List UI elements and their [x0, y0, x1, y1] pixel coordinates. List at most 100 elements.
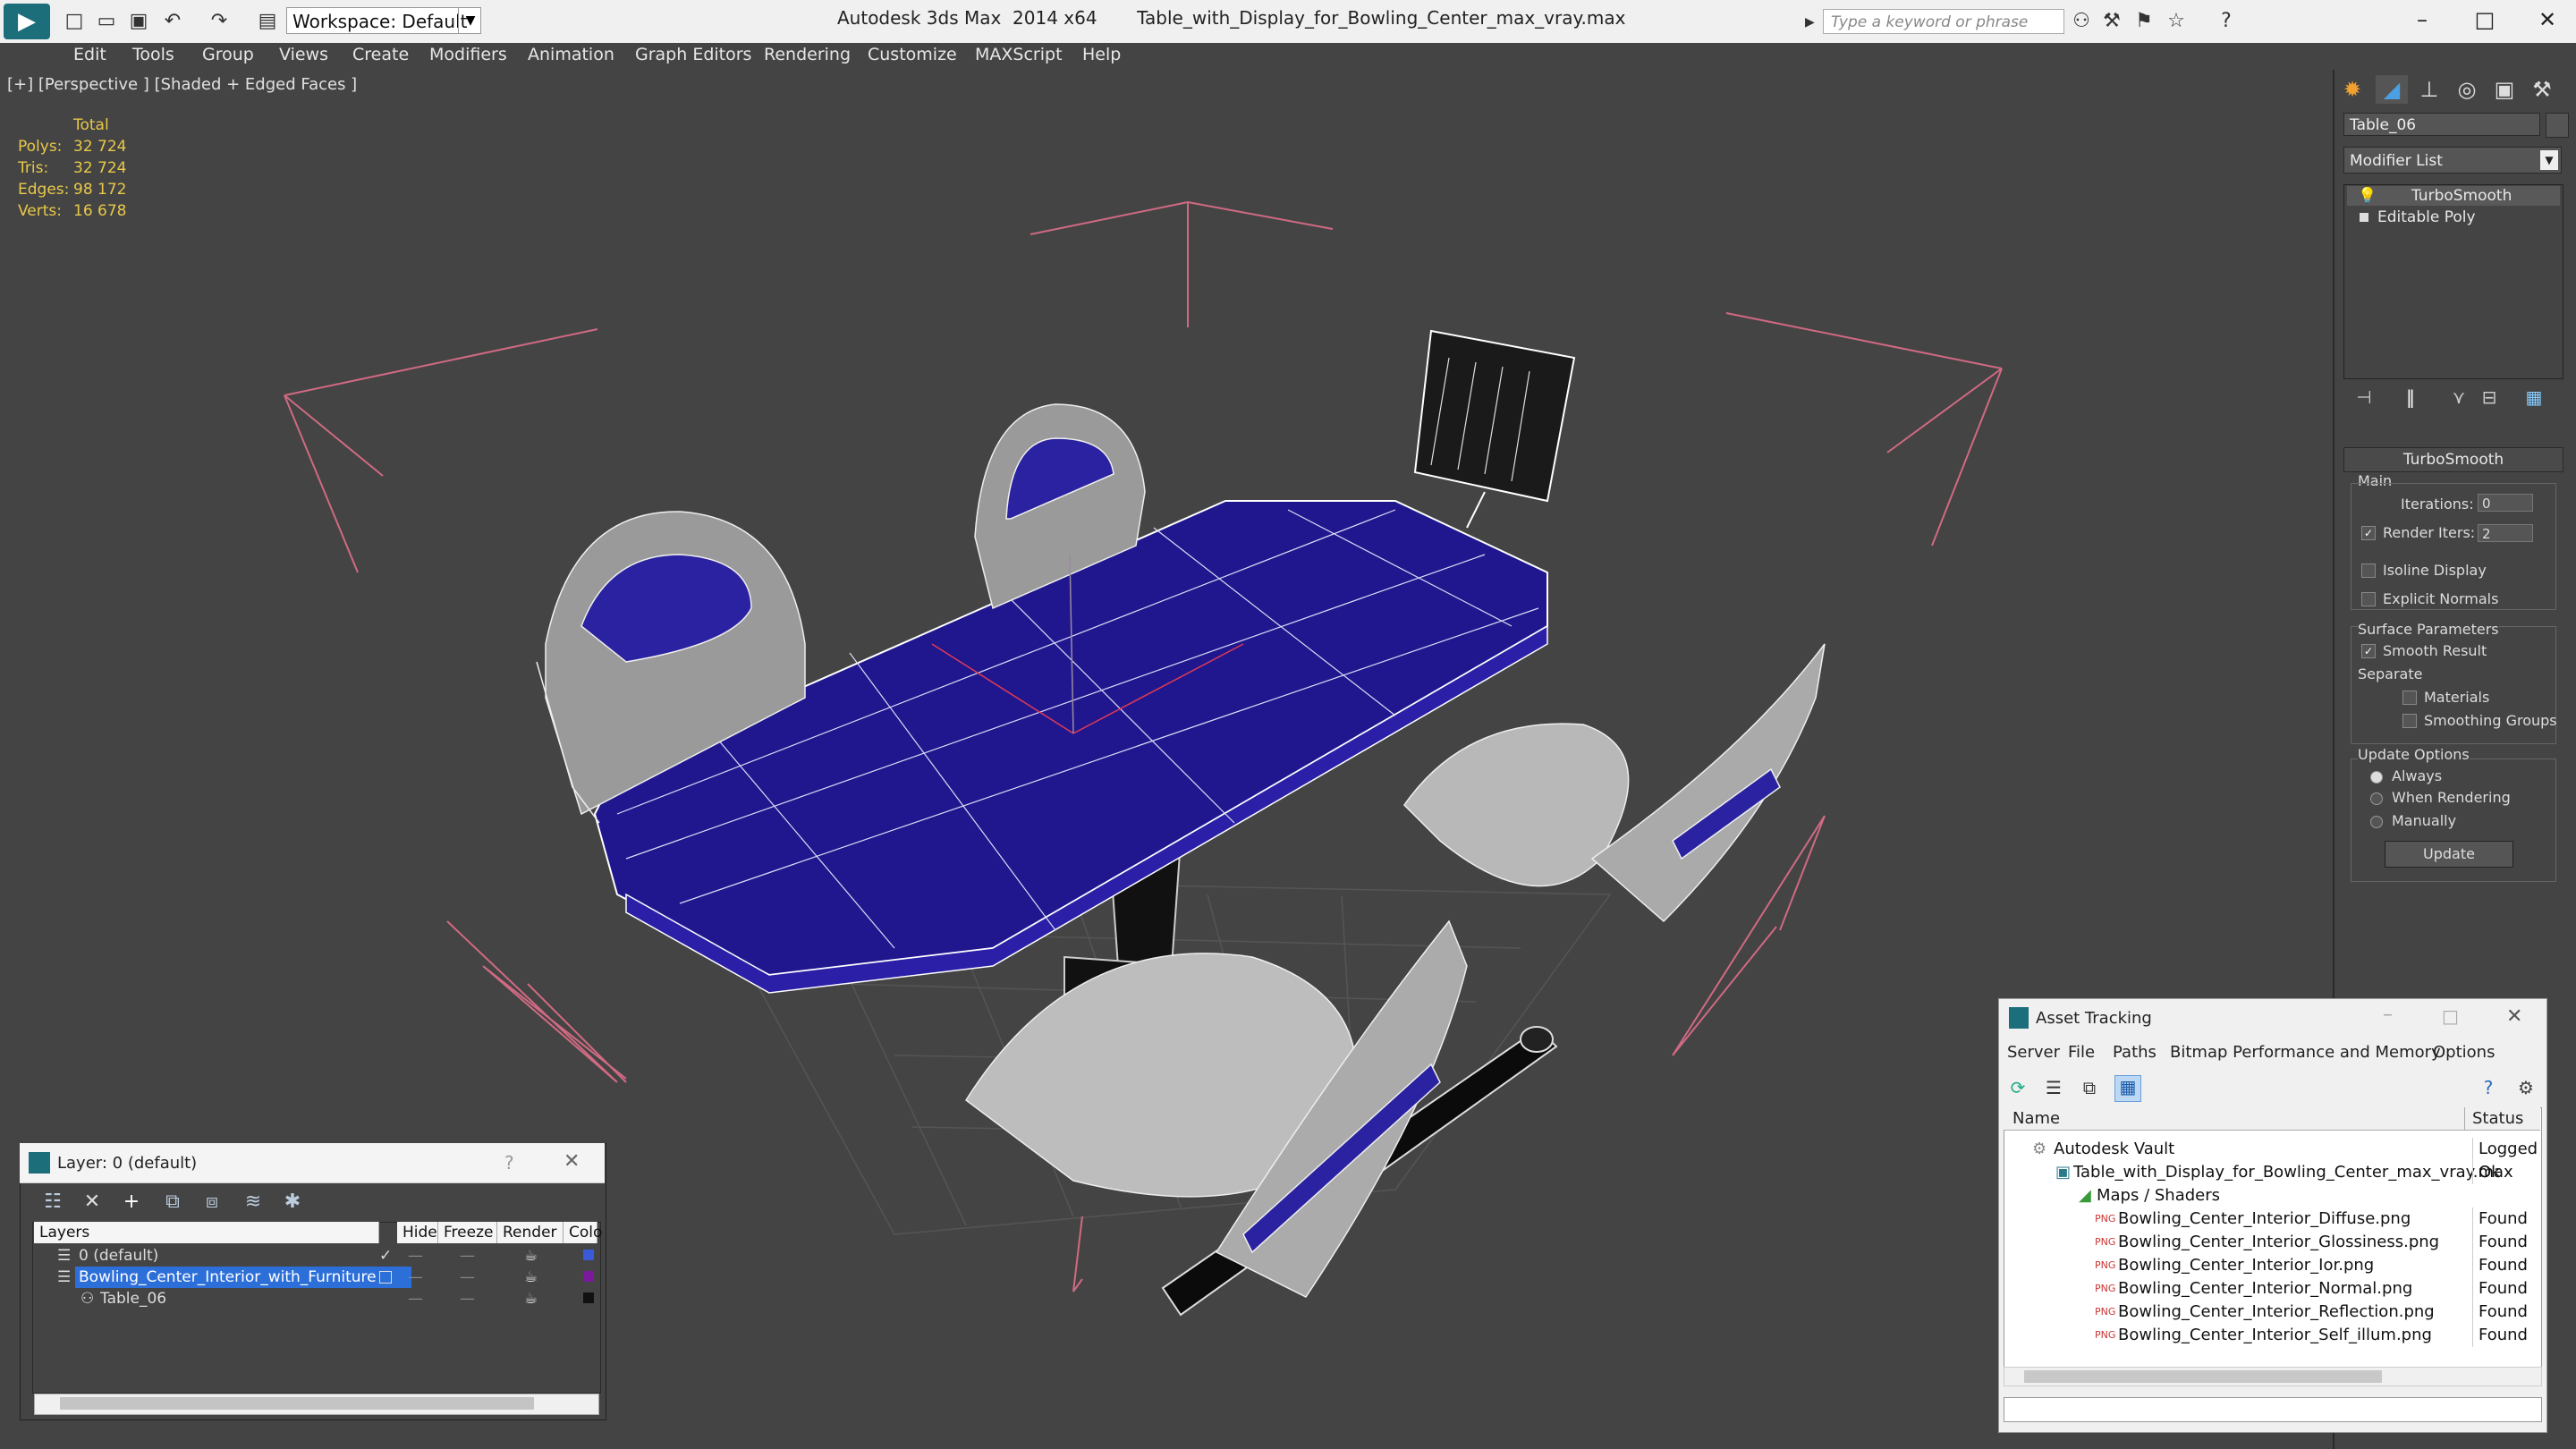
- layer-scrollbar[interactable]: [34, 1394, 599, 1415]
- redo-icon[interactable]: ↷: [208, 10, 231, 33]
- hide-toggle[interactable]: —: [408, 1245, 423, 1267]
- save-file-icon[interactable]: ▣: [127, 10, 150, 33]
- asset-close-icon[interactable]: ✕: [2506, 1005, 2522, 1028]
- asset-maximize-button[interactable]: □: [2442, 1005, 2459, 1027]
- asset-row[interactable]: ◢ Maps / Shaders: [2005, 1184, 2540, 1208]
- asset-help-icon[interactable]: ?: [2478, 1077, 2499, 1098]
- asset-row[interactable]: PNG Bowling_Center_Interior_Normal.png F…: [2005, 1277, 2540, 1301]
- layer-select-icon[interactable]: ⧉: [159, 1190, 186, 1215]
- list-view-icon[interactable]: ☰: [2043, 1077, 2064, 1098]
- asset-scrollbar[interactable]: [2004, 1367, 2542, 1386]
- minimize-button[interactable]: –: [2395, 4, 2449, 36]
- menu-modifiers[interactable]: Modifiers: [429, 45, 507, 64]
- make-unique-icon[interactable]: ⋎: [2445, 386, 2472, 411]
- menu-edit[interactable]: Edit: [73, 45, 106, 64]
- render-teapot-icon[interactable]: ☕: [524, 1267, 538, 1288]
- layer-color-swatch[interactable]: [583, 1292, 594, 1303]
- star-icon[interactable]: ☆: [2165, 10, 2188, 33]
- turbosmooth-rollout-header[interactable]: TurboSmooth: [2343, 447, 2563, 472]
- layer-color-swatch[interactable]: [583, 1250, 594, 1260]
- asset-row[interactable]: PNG Bowling_Center_Interior_Reflection.p…: [2005, 1301, 2540, 1324]
- layer-create-icon[interactable]: ☷: [39, 1190, 66, 1215]
- manually-radio[interactable]: [2370, 816, 2383, 828]
- chevron-down-icon[interactable]: ▼: [458, 7, 482, 34]
- render-iters-spinner[interactable]: 2: [2478, 524, 2533, 542]
- undo-icon[interactable]: ↶: [161, 10, 184, 33]
- help-icon[interactable]: ?: [2215, 10, 2238, 33]
- isoline-checkbox[interactable]: [2361, 564, 2376, 578]
- render-teapot-icon[interactable]: ☕: [524, 1245, 538, 1267]
- asset-row[interactable]: PNG Bowling_Center_Interior_Glossiness.p…: [2005, 1231, 2540, 1254]
- menu-graph-editors[interactable]: Graph Editors: [635, 45, 751, 64]
- asset-menu-server[interactable]: Server: [2007, 1043, 2060, 1062]
- expand-icon[interactable]: [2360, 213, 2368, 222]
- object-name-field[interactable]: Table_06: [2343, 113, 2540, 136]
- asset-minimize-button[interactable]: –: [2383, 1004, 2393, 1026]
- show-end-result-icon[interactable]: ‖: [2397, 386, 2424, 411]
- freeze-toggle[interactable]: —: [460, 1288, 475, 1309]
- search-arrow-icon[interactable]: ▶: [1805, 11, 1819, 34]
- asset-col-status[interactable]: Status: [2465, 1107, 2540, 1131]
- render-iters-checkbox[interactable]: ✓: [2361, 526, 2376, 540]
- utilities-tab-icon[interactable]: ⚒: [2526, 75, 2558, 104]
- menu-group[interactable]: Group: [202, 45, 254, 64]
- col-layers[interactable]: Layers: [34, 1222, 379, 1243]
- layer-delete-icon[interactable]: ✕: [79, 1190, 106, 1215]
- layer-highlight-icon[interactable]: ⧈: [199, 1190, 225, 1215]
- table-view-icon[interactable]: ▦: [2114, 1075, 2141, 1102]
- remove-modifier-icon[interactable]: ⊟: [2476, 386, 2503, 411]
- smooth-result-checkbox[interactable]: ✓: [2361, 644, 2376, 658]
- scroll-thumb[interactable]: [60, 1397, 534, 1410]
- materials-checkbox[interactable]: [2402, 691, 2417, 705]
- tree-view-icon[interactable]: ⧉: [2079, 1077, 2100, 1098]
- layer-help-button[interactable]: ?: [504, 1152, 514, 1174]
- update-button[interactable]: Update: [2385, 841, 2513, 868]
- layer-row[interactable]: ☰ 0 (default) ✓ — — ☕: [34, 1245, 597, 1267]
- asset-row[interactable]: ⚙ Autodesk Vault Logged O: [2005, 1138, 2540, 1184]
- layer-color-swatch[interactable]: [583, 1271, 594, 1282]
- current-layer-box[interactable]: [379, 1271, 392, 1284]
- close-button[interactable]: ✕: [2521, 4, 2574, 36]
- col-hide[interactable]: Hide: [397, 1222, 438, 1243]
- workspace-dropdown[interactable]: Workspace: Default: [286, 7, 481, 34]
- subscription-icon[interactable]: ⚒: [2100, 10, 2123, 33]
- asset-settings-icon[interactable]: ⚙: [2515, 1077, 2537, 1098]
- asset-row[interactable]: PNG Bowling_Center_Interior_Self_illum.p…: [2005, 1324, 2540, 1347]
- search-input[interactable]: Type a keyword or phrase: [1823, 9, 2064, 34]
- explicit-normals-checkbox[interactable]: [2361, 592, 2376, 606]
- col-color[interactable]: Colo: [564, 1222, 602, 1243]
- menu-views[interactable]: Views: [279, 45, 328, 64]
- stack-item-editable-poly[interactable]: Editable Poly: [2347, 208, 2560, 227]
- iterations-spinner[interactable]: 0: [2478, 494, 2533, 512]
- freeze-toggle[interactable]: —: [460, 1267, 475, 1288]
- menu-maxscript[interactable]: MAXScript: [975, 45, 1063, 64]
- object-color-swatch[interactable]: [2546, 113, 2569, 138]
- chevron-down-icon[interactable]: ▼: [2540, 150, 2558, 170]
- layer-row[interactable]: ☰ Bowling_Center_Interior_with_Furniture…: [34, 1267, 597, 1288]
- asset-row[interactable]: PNG Bowling_Center_Interior_Ior.png Foun…: [2005, 1254, 2540, 1277]
- menu-animation[interactable]: Animation: [528, 45, 614, 64]
- hierarchy-tab-icon[interactable]: ⊥: [2413, 75, 2445, 104]
- motion-tab-icon[interactable]: ◎: [2451, 75, 2483, 104]
- asset-menu-file[interactable]: File: [2068, 1043, 2095, 1062]
- asset-menu-options[interactable]: Options: [2433, 1043, 2495, 1062]
- binoculars-icon[interactable]: ⚇: [2070, 10, 2093, 33]
- configure-sets-icon[interactable]: ▦: [2521, 386, 2547, 411]
- layer-add-icon[interactable]: +: [118, 1190, 145, 1215]
- asset-row[interactable]: ▣ Table_with_Display_for_Bowling_Center_…: [2005, 1161, 2540, 1184]
- new-file-icon[interactable]: □: [63, 10, 86, 33]
- asset-menu-bitmap-performance[interactable]: Bitmap Performance and Memory: [2170, 1043, 2441, 1062]
- asset-col-name[interactable]: Name: [2004, 1107, 2465, 1131]
- maximize-button[interactable]: □: [2458, 4, 2512, 36]
- layer-freeze-all-icon[interactable]: ✱: [279, 1190, 306, 1215]
- layer-row[interactable]: ⚇ Table_06 — — ☕: [34, 1288, 597, 1309]
- menu-help[interactable]: Help: [1082, 45, 1121, 64]
- layer-hide-all-icon[interactable]: ≋: [240, 1190, 267, 1215]
- bulb-icon[interactable]: 💡: [2358, 186, 2377, 206]
- when-rendering-radio[interactable]: [2370, 792, 2383, 805]
- col-render[interactable]: Render: [497, 1222, 564, 1243]
- open-file-icon[interactable]: ▭: [95, 10, 118, 33]
- app-logo-icon[interactable]: ▶: [4, 4, 50, 39]
- modify-tab-icon[interactable]: ◢: [2376, 75, 2408, 104]
- freeze-toggle[interactable]: —: [460, 1245, 475, 1267]
